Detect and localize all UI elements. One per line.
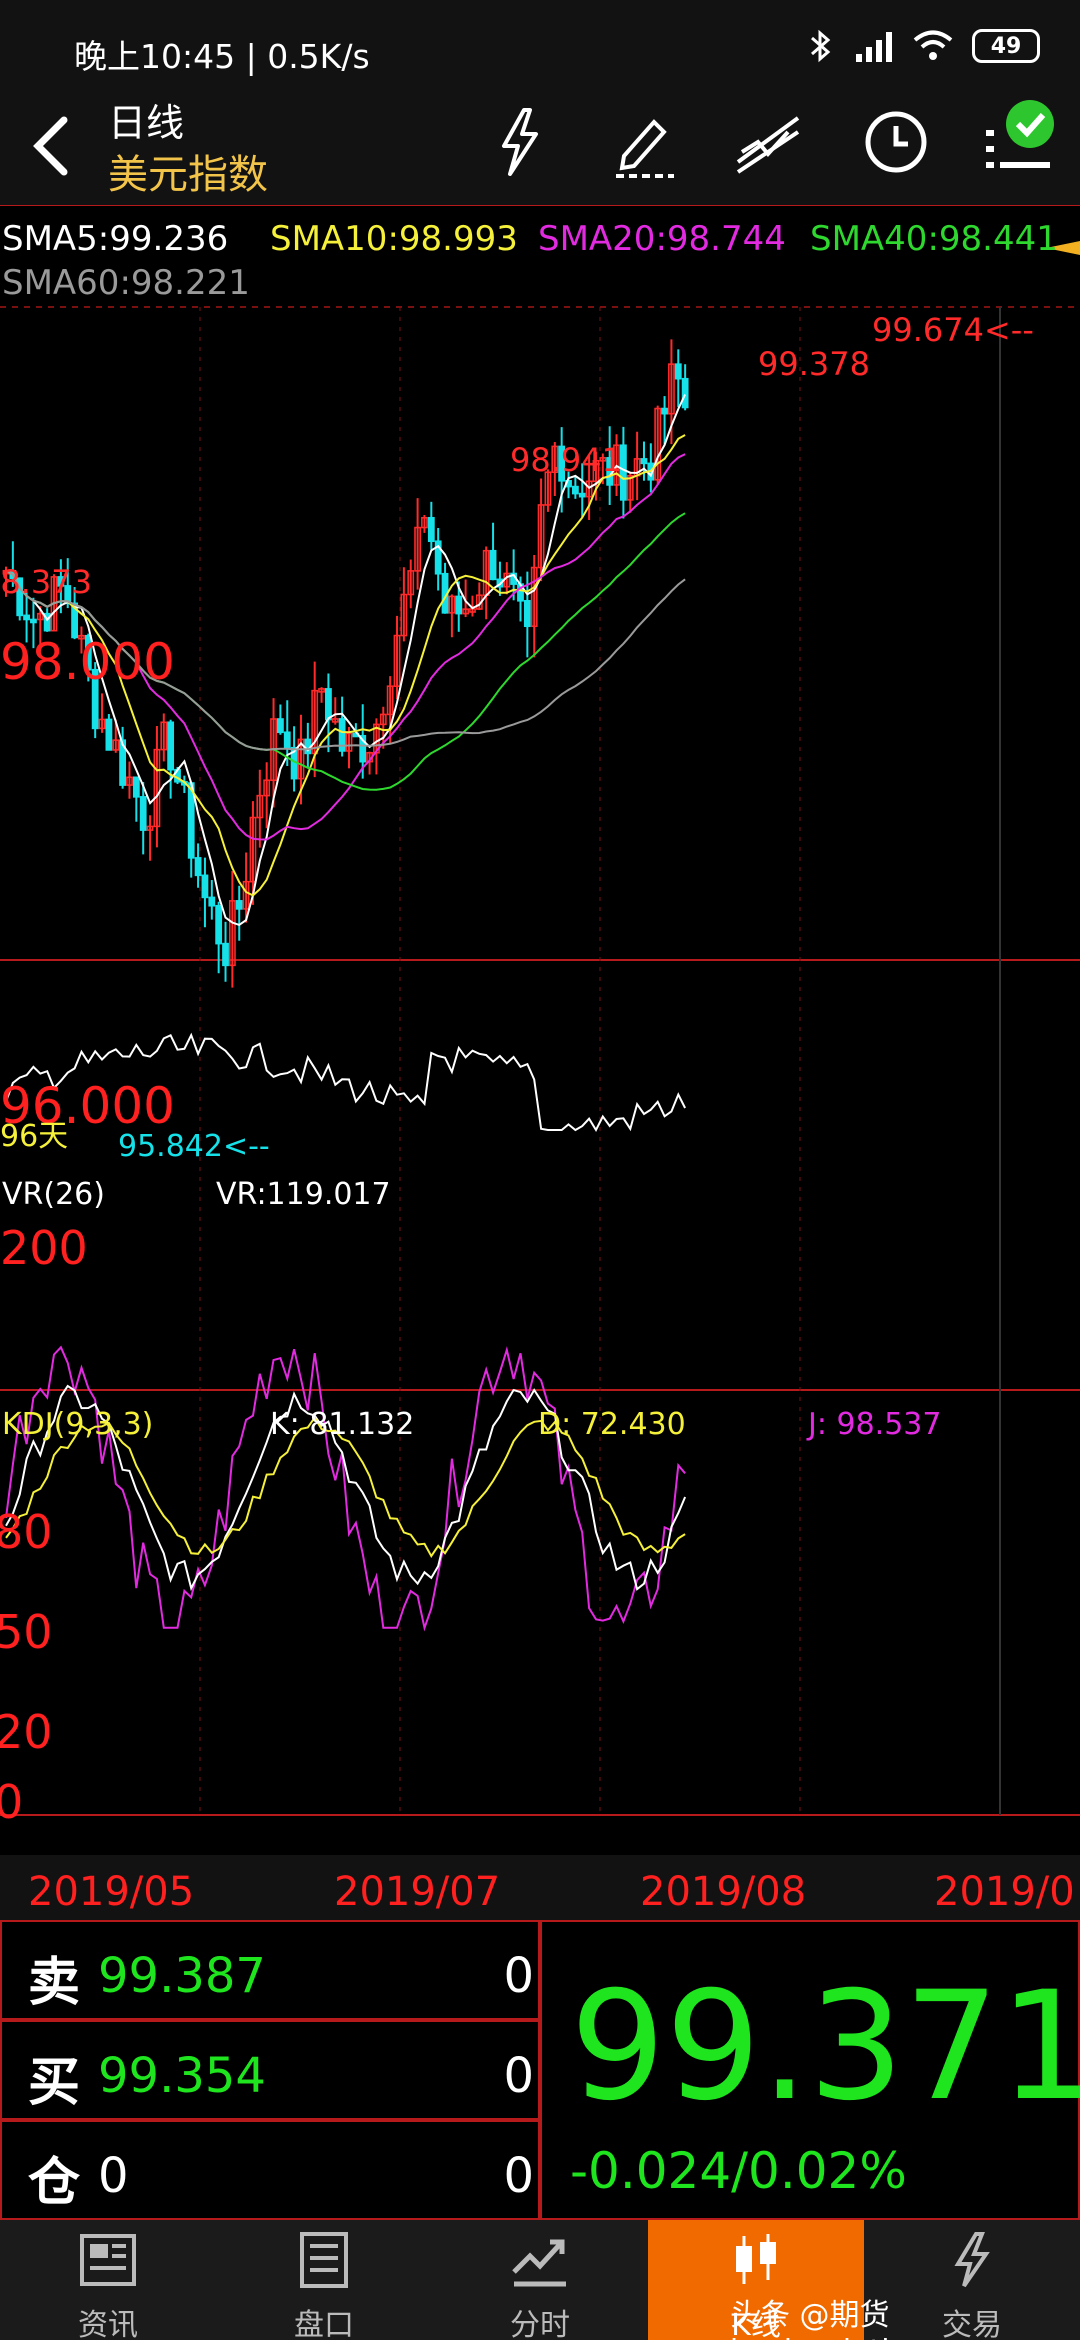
orderbook-icon [300, 2232, 348, 2288]
clock-icon[interactable] [856, 102, 936, 182]
candle-body [215, 904, 223, 945]
date-label: 2019/08 [640, 1869, 807, 1915]
vr-name: VR(26) [2, 1177, 105, 1212]
kdj-axis-80: 80 [0, 1505, 53, 1559]
watermark-text: 头条 @期货backradation [730, 2298, 927, 2340]
status-icons: 49 [806, 28, 1040, 64]
position-row[interactable]: 仓 0 0 [0, 2120, 540, 2220]
price-change: -0.024/0.02% [570, 2142, 907, 2200]
lightning-icon[interactable] [480, 102, 560, 182]
sell-price: 99.387 [98, 1948, 266, 2004]
candle-body [139, 796, 147, 831]
position-qty: 0 [503, 2148, 534, 2204]
nav-intraday[interactable]: 分时 [432, 2220, 648, 2340]
sma60-label: SMA60:98.221 [2, 263, 250, 303]
peak1-label: 98.941 [510, 441, 622, 479]
candle-body [194, 857, 202, 877]
left-high-label: 98.373 [0, 563, 92, 601]
status-time: 晚上10:45 | 0.5K/s [74, 37, 370, 76]
period-label: 日线 [108, 101, 185, 145]
buy-row[interactable]: 买 99.354 0 [0, 2020, 540, 2120]
signal-icon [856, 32, 892, 62]
candle-body [235, 900, 243, 910]
candlestick-icon [736, 2234, 776, 2284]
candle-body [427, 516, 435, 543]
sell-row[interactable]: 卖 99.387 0 [0, 1920, 540, 2020]
candle-body [167, 721, 175, 771]
candle-body [681, 377, 689, 409]
battery-indicator: 49 [972, 29, 1040, 63]
newspaper-icon [80, 2234, 136, 2286]
kdj-k: K: 81.132 [270, 1407, 415, 1442]
days-label: 96天 [0, 1119, 69, 1154]
symbol-title[interactable]: 美元指数 [108, 142, 268, 200]
sma10-label: SMA10:98.993 [270, 219, 518, 259]
high-price-label: 99.674<-- [872, 311, 1034, 349]
candle-body [132, 776, 140, 798]
vr-value: VR:119.017 [216, 1177, 391, 1212]
nav-label: 资讯 [78, 2308, 138, 2340]
wifi-icon [913, 30, 953, 60]
nav-news[interactable]: 资讯 [0, 2220, 216, 2340]
candle-body [208, 896, 216, 907]
sma5-label: SMA5:99.236 [2, 219, 229, 259]
candle-body [105, 718, 113, 751]
candle-body [523, 600, 531, 628]
kdj-d: D: 72.430 [538, 1407, 686, 1442]
candle-body [455, 595, 463, 615]
kdj-name: KDJ(9,3,3) [2, 1407, 154, 1442]
candle-body [30, 618, 37, 624]
buy-price: 99.354 [98, 2048, 266, 2104]
nav-label: 盘口 [294, 2308, 354, 2340]
axis-98-label: 98.000 [0, 633, 175, 691]
candle-body [325, 688, 332, 721]
position-key: 仓 [28, 2153, 81, 2213]
candle-body [283, 731, 291, 749]
candle-body [23, 614, 30, 621]
candle-body [222, 942, 229, 967]
sma40-label: SMA40:98.441 [810, 219, 1058, 259]
checklist-icon[interactable] [980, 96, 1060, 176]
lightning-icon [954, 2232, 990, 2288]
candle-body [571, 485, 579, 495]
candle-body [674, 363, 682, 380]
vr-axis-200: 200 [0, 1221, 88, 1275]
kline-chart[interactable]: SMA5:99.236 SMA10:98.993 SMA20:98.744 SM… [0, 205, 1080, 1915]
low-price-label: 95.842<-- [118, 1129, 270, 1164]
date-label: 2019/0 [934, 1869, 1075, 1915]
nav-label: 分时 [510, 2308, 570, 2340]
buy-key: 买 [28, 2053, 81, 2113]
nav-orderbook[interactable]: 盘口 [216, 2220, 432, 2340]
candle-body [276, 718, 284, 734]
date-label: 2019/05 [28, 1869, 195, 1915]
position-value: 0 [98, 2148, 129, 2204]
intraday-icon [512, 2239, 566, 2287]
candle-body [201, 874, 209, 899]
kdj-axis-20: 20 [0, 1705, 53, 1759]
candle-body [489, 549, 497, 581]
indicator-lines-icon[interactable] [728, 102, 808, 182]
candle-body [578, 492, 586, 498]
kdj-axis-50: 50 [0, 1605, 53, 1659]
draw-pen-icon[interactable] [604, 102, 684, 182]
last-price: 99.371 [570, 1960, 1080, 2134]
sma20-label: SMA20:98.744 [538, 219, 786, 259]
kdj-j: J: 98.537 [808, 1407, 942, 1442]
header-bar: 日线 美元指数 [0, 92, 1080, 202]
kdj-axis-0: 0 [0, 1775, 24, 1829]
buy-qty: 0 [503, 2048, 534, 2104]
quote-panel: 卖 99.387 0 买 99.354 0 仓 0 0 99.371 -0.02… [0, 1920, 1080, 2220]
candle-body [661, 407, 668, 415]
peak2-label: 99.378 [758, 345, 870, 383]
date-label: 2019/07 [334, 1869, 501, 1915]
sell-qty: 0 [503, 1948, 534, 2004]
back-arrow-icon[interactable] [24, 110, 84, 182]
candle-body [640, 458, 648, 465]
status-bar: 晚上10:45 | 0.5K/s 49 [0, 0, 1080, 92]
sell-key: 卖 [28, 1953, 81, 2013]
bluetooth-icon [811, 29, 831, 63]
